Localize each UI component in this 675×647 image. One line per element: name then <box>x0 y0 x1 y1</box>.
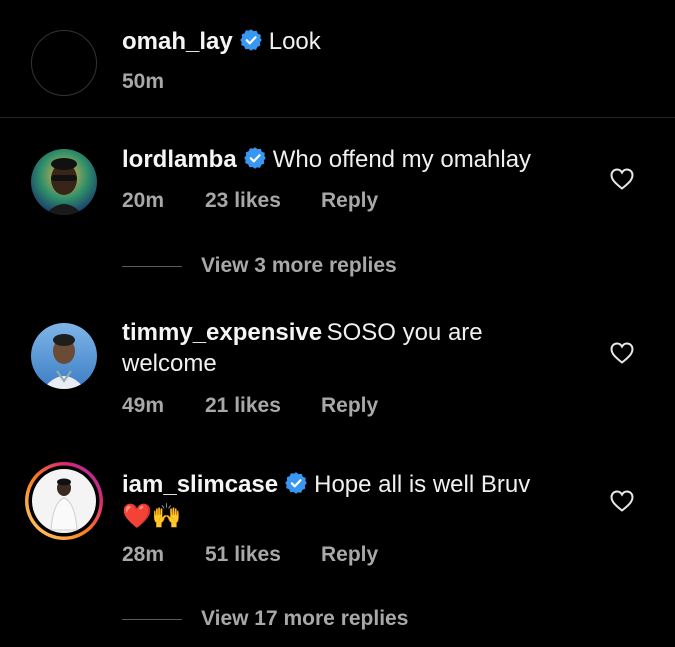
caption-text: Look <box>268 28 321 55</box>
caption-avatar[interactable] <box>31 30 97 96</box>
comment-text: Who offend my omahlay <box>272 146 532 173</box>
comment-time: 20m <box>122 189 165 212</box>
comment-line-iam-slimcase: iam_slimcase Hope all is well Bruv <box>122 469 530 501</box>
comment-text: Hope all is well Bruv <box>314 471 531 498</box>
comment-line-lordlamba: lordlamba Who offend my omahlay <box>122 144 531 176</box>
comment-line-timmy-expensive: timmy_expensive SOSO you are <box>122 317 483 349</box>
view-more-replies-button[interactable]: View 3 more replies <box>201 254 397 278</box>
avatar-image <box>31 323 97 389</box>
caption-text-line: omah_lay Look <box>122 26 321 58</box>
like-heart-icon[interactable] <box>610 168 634 190</box>
comment-emojis: ❤️🙌 <box>122 503 182 530</box>
reply-button[interactable]: Reply <box>321 543 378 567</box>
view-replies-line <box>122 619 182 620</box>
comment-likes[interactable]: 51 likes <box>205 543 281 567</box>
view-replies-line <box>122 266 182 267</box>
like-heart-icon[interactable] <box>610 490 634 512</box>
avatar-image <box>31 149 97 215</box>
like-heart-icon[interactable] <box>610 342 634 364</box>
comment-likes[interactable]: 23 likes <box>205 189 281 213</box>
comment-username[interactable]: iam_slimcase <box>122 471 278 498</box>
caption-time: 50m <box>122 70 165 93</box>
verified-badge-icon <box>243 147 266 169</box>
comment-username[interactable]: timmy_expensive <box>122 319 322 346</box>
caption-divider <box>0 117 675 118</box>
comment-time: 28m <box>122 543 165 566</box>
caption-username[interactable]: omah_lay <box>122 28 233 55</box>
comment-avatar-iam-slimcase[interactable] <box>23 460 105 542</box>
comment-avatar-lordlamba[interactable] <box>31 149 97 215</box>
reply-button[interactable]: Reply <box>321 394 378 418</box>
comment-time: 49m <box>122 394 165 417</box>
comment-text-continued: welcome <box>122 350 217 377</box>
verified-badge-icon <box>239 29 262 51</box>
view-more-replies-button[interactable]: View 17 more replies <box>201 607 408 631</box>
verified-badge-icon <box>285 472 307 494</box>
story-ring-avatar <box>25 462 103 540</box>
comment-likes[interactable]: 21 likes <box>205 394 281 418</box>
comment-avatar-timmy-expensive[interactable] <box>31 323 97 389</box>
comment-username[interactable]: lordlamba <box>122 146 237 173</box>
reply-button[interactable]: Reply <box>321 189 378 213</box>
comment-text: SOSO you are <box>326 319 483 346</box>
